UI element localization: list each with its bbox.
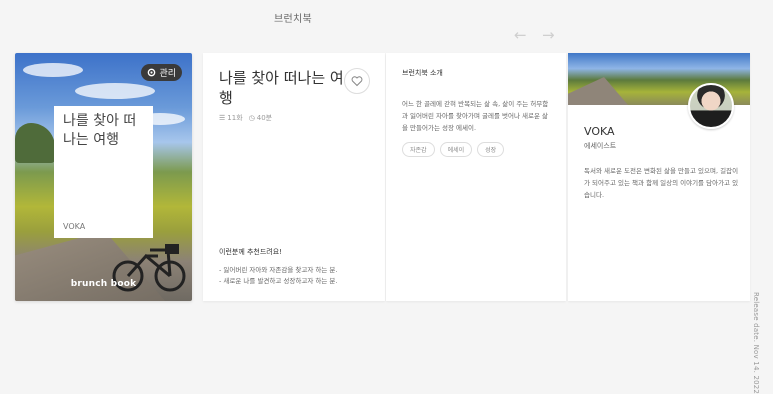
brunchbook-intro-panel: 브런치북 소개 어느 한 골레에 갇혀 반복되는 삶 속, 삶이 주는 허무함과… <box>386 53 566 301</box>
recommend-title: 이런분께 추천드려요! <box>219 248 282 256</box>
cloud-decoration <box>75 83 155 99</box>
list-item: - 새로운 나를 발견하고 성장하고자 하는 분. <box>219 277 338 285</box>
manage-label: 관리 <box>159 69 176 79</box>
author-job: 에세이스트 <box>584 142 617 150</box>
tree-decoration <box>15 123 55 163</box>
book-info-panel: 나를 찾아 떠나는 여행 ☰ 11화 ◷ 40분 이런분께 추천드려요! - 잃어버… <box>203 53 385 301</box>
author-name[interactable]: VOKA <box>584 125 615 138</box>
heart-icon <box>351 76 363 87</box>
cloud-decoration <box>23 63 83 77</box>
book-title: 나를 찾아 떠나는 여행 <box>219 69 344 107</box>
author-bio: 독서와 새로운 도전은 변화된 삶을 만들고 있으며, 길잡이가 되어주고 있는… <box>584 167 739 199</box>
cover-author: VOKA <box>63 222 86 231</box>
author-panel: VOKA 에세이스트 독서와 새로운 도전은 변화된 삶을 만들고 있으며, 길… <box>568 53 750 301</box>
intro-text: 어느 한 골레에 갇혀 반복되는 삶 속, 삶이 주는 허무함과 잃어버린 자아… <box>402 100 549 132</box>
manage-button[interactable]: 관리 <box>141 64 182 81</box>
intro-heading: 브런치북 소개 <box>402 69 443 77</box>
arrow-left-icon[interactable]: ← <box>514 28 527 43</box>
list-item: - 잃어버린 자아와 자존감을 찾고자 하는 분. <box>219 266 338 274</box>
episode-count: 11화 <box>227 114 243 122</box>
read-time: 40분 <box>256 114 273 122</box>
clock-icon: ◷ <box>248 114 255 122</box>
list-icon: ☰ <box>219 114 226 122</box>
tag-essay[interactable]: 에세이 <box>439 142 473 157</box>
book-meta: ☰ 11화 ◷ 40분 <box>219 113 272 123</box>
like-button[interactable] <box>344 68 370 94</box>
cover-title-card: 나를 찾아 떠나는 여행 VOKA <box>54 106 153 238</box>
book-cover: 관리 나를 찾아 떠나는 여행 VOKA brunch book <box>15 53 192 301</box>
recommend-list: - 잃어버린 자아와 자존감을 찾고자 하는 분. - 새로운 나를 발견하고 … <box>219 265 337 287</box>
brunch-book-logo: brunch book <box>70 279 137 289</box>
avatar[interactable] <box>688 83 734 129</box>
tag-self-esteem[interactable]: 자존감 <box>402 142 435 157</box>
release-date: Release date. Nov 14. 2022 <box>752 292 760 394</box>
page-header-title: 브런치북 <box>274 14 312 25</box>
road-decoration <box>568 77 628 105</box>
tag-list: 자존감 에세이 성장 <box>402 142 505 157</box>
arrow-right-icon[interactable]: → <box>542 28 555 43</box>
gear-icon <box>148 68 156 77</box>
cover-title: 나를 찾아 떠나는 여행 <box>63 113 137 148</box>
tag-growth[interactable]: 성장 <box>477 142 505 157</box>
